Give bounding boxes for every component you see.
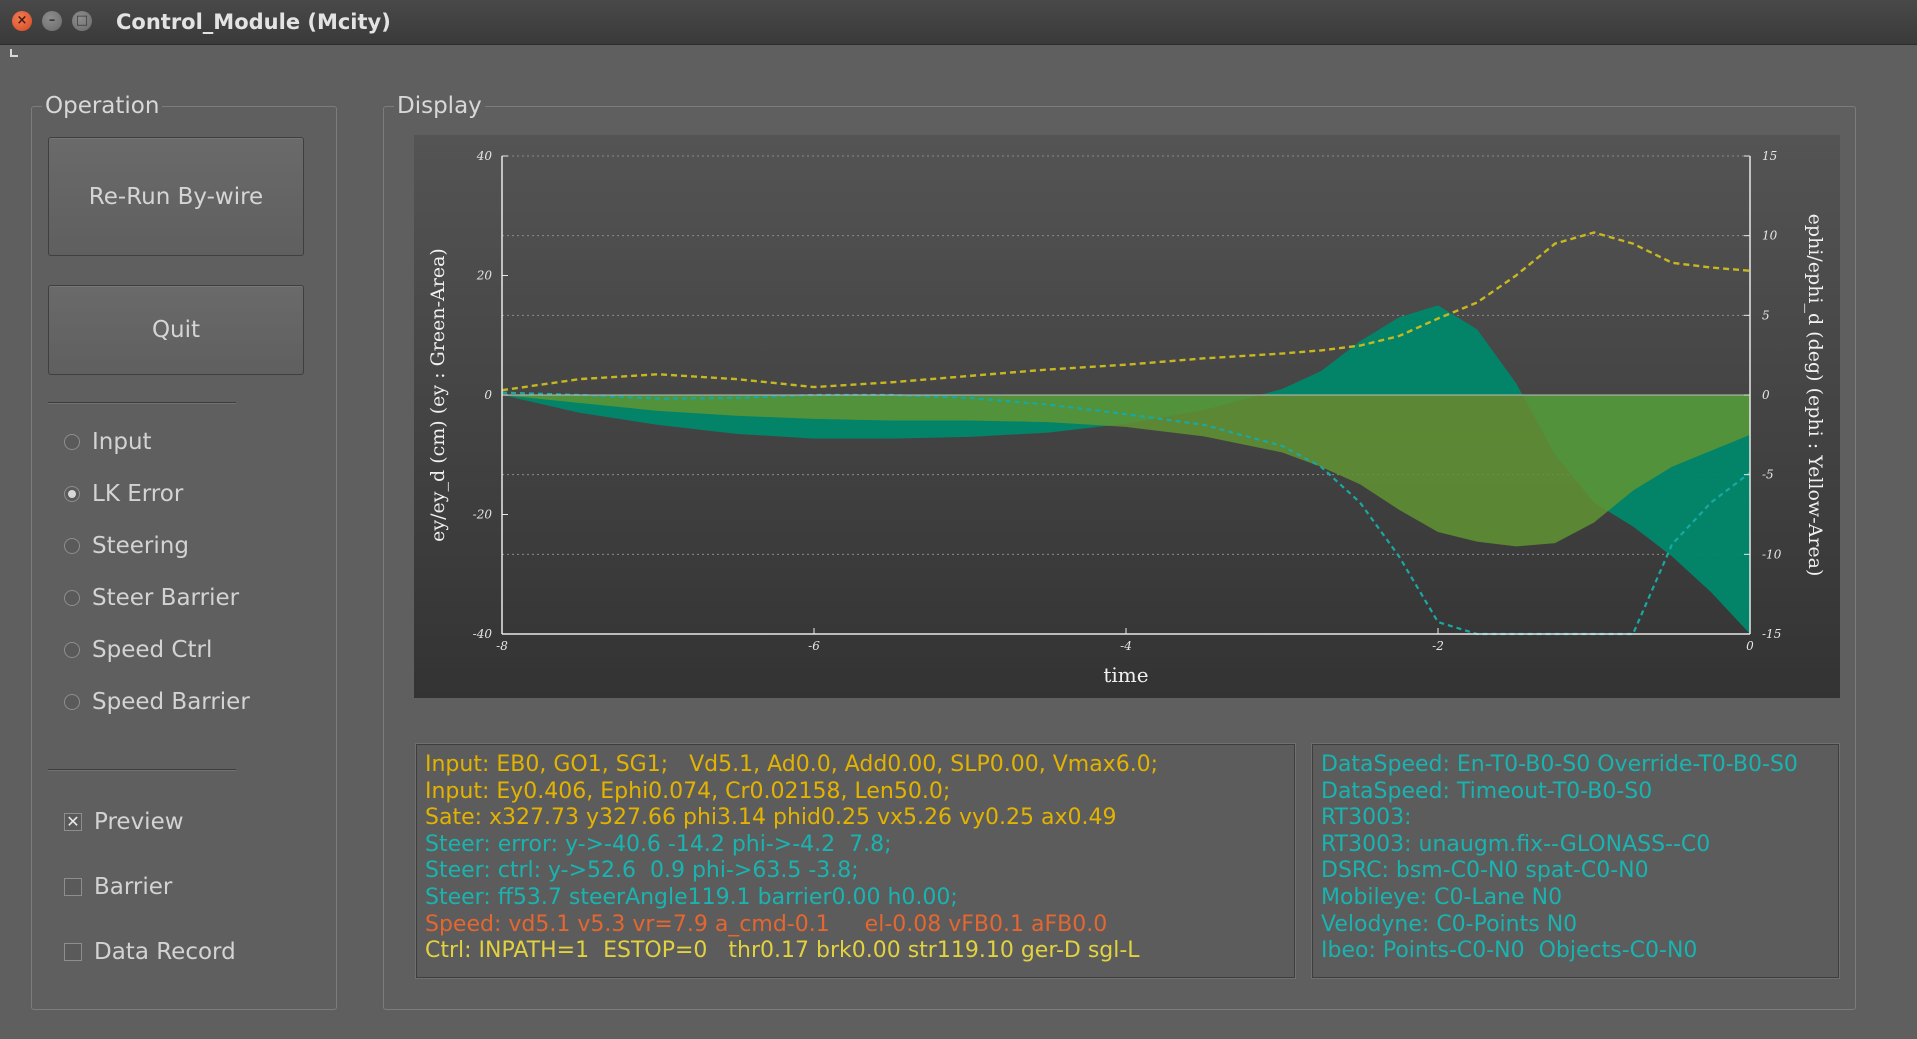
- y-left-tick-label: 0: [484, 388, 492, 402]
- window-close-button[interactable]: ×: [12, 11, 32, 31]
- y-right-tick-label: 5: [1762, 308, 1770, 322]
- x-tick-label: -6: [808, 639, 820, 653]
- checkbox-label: Data Record: [94, 939, 236, 965]
- radio-label: Speed Barrier: [92, 689, 250, 715]
- checkbox-icon[interactable]: [64, 943, 82, 961]
- y-right-tick-label: -5: [1762, 468, 1774, 482]
- rerun-bywire-button[interactable]: Re-Run By-wire: [48, 137, 304, 256]
- y-right-tick-label: 0: [1762, 388, 1770, 402]
- radio-label: Steer Barrier: [92, 585, 240, 611]
- window-title: Control_Module (Mcity): [116, 10, 391, 34]
- checkbox-data-record[interactable]: Data Record: [64, 939, 236, 965]
- status-line: Input: Ey0.406, Ephi0.074, Cr0.02158, Le…: [425, 778, 951, 804]
- y-axis-label-right: ephi/ephi_d (deg) (ephi : Yellow-Area): [1804, 214, 1826, 577]
- checkbox-label: Preview: [94, 809, 184, 835]
- checkbox-preview[interactable]: ✕ Preview: [64, 809, 184, 835]
- radio-button-selected-icon[interactable]: [64, 486, 80, 502]
- operation-group-title: Operation: [42, 93, 163, 119]
- window-title-bar[interactable]: × – □ Control_Module (Mcity): [0, 0, 1917, 45]
- status-line: Ctrl: INPATH=1 ESTOP=0 thr0.17 brk0.00 s…: [425, 938, 1140, 964]
- status-line: Input: EB0, GO1, SG1; Vd5.1, Ad0.0, Add0…: [425, 752, 1159, 777]
- radio-speed-ctrl[interactable]: Speed Ctrl: [64, 637, 212, 663]
- window-maximize-button[interactable]: □: [72, 11, 92, 31]
- x-tick-label: -2: [1432, 639, 1444, 653]
- status-line: Ibeo: Points-C0-N0 Objects-C0-N0: [1321, 938, 1698, 964]
- status-line: RT3003:: [1321, 805, 1412, 831]
- radio-label: Speed Ctrl: [92, 637, 213, 663]
- status-line: RT3003: unaugm.fix--GLONASS--C0: [1321, 831, 1711, 857]
- y-axis-label-left: ey/ey_d (cm) (ey : Green-Area): [427, 248, 449, 542]
- radio-lk-error[interactable]: LK Error: [64, 481, 183, 507]
- status-line: DSRC: bsm-C0-N0 spat-C0-N0: [1321, 858, 1649, 884]
- radio-button-icon[interactable]: [64, 590, 80, 606]
- status-line: Sate: x327.73 y327.66 phi3.14 phid0.25 v…: [425, 805, 1117, 831]
- y-right-tick-label: 15: [1762, 149, 1777, 163]
- status-line: Steer: error: y->-40.6 -14.2 phi->-4.2 7…: [425, 831, 892, 857]
- y-left-tick-label: 20: [476, 269, 493, 283]
- radio-button-icon[interactable]: [64, 434, 80, 450]
- checkbox-icon[interactable]: [64, 878, 82, 896]
- operation-group: Operation Re-Run By-wire Quit Input LK E…: [31, 93, 337, 1010]
- status-line: DataSpeed: Timeout-T0-B0-S0: [1321, 778, 1653, 804]
- y-right-tick-label: -10: [1762, 547, 1782, 561]
- status-panel-right: DataSpeed: En-T0-B0-S0 Override-T0-B0-S0…: [1312, 744, 1839, 978]
- status-line: Steer: ff53.7 steerAngle119.1 barrier0.0…: [425, 884, 958, 910]
- status-line: DataSpeed: En-T0-B0-S0 Override-T0-B0-S0: [1321, 752, 1798, 777]
- radio-steer-barrier[interactable]: Steer Barrier: [64, 585, 239, 611]
- separator: [48, 769, 236, 771]
- checkbox-label: Barrier: [94, 874, 173, 900]
- radio-button-icon[interactable]: [64, 538, 80, 554]
- separator: [48, 402, 236, 404]
- radio-button-icon[interactable]: [64, 694, 80, 710]
- status-line: Velodyne: C0-Points N0: [1321, 911, 1578, 937]
- y-right-tick-label: -15: [1762, 627, 1781, 641]
- lk-error-plot: 40 20 0 -20 -40 15 10 5 0 -5 -10 -15 -8 -6 -4 -2 0 time ey…: [414, 135, 1840, 698]
- status-line: Mobileye: C0-Lane N0: [1321, 884, 1563, 910]
- status-panel-left: Input: EB0, GO1, SG1; Vd5.1, Ad0.0, Add0…: [416, 744, 1295, 978]
- x-tick-label: 0: [1746, 639, 1754, 653]
- lk-error-chart: 40200-20-40151050-5-10-15-8 -6 -4 -2 0timeey…: [427, 149, 1826, 687]
- radio-steering[interactable]: Steering: [64, 533, 189, 559]
- x-tick-label: -8: [496, 639, 508, 653]
- radio-button-icon[interactable]: [64, 642, 80, 658]
- checkbox-checked-icon[interactable]: ✕: [64, 813, 82, 831]
- y-left-tick-label: -20: [473, 508, 493, 522]
- resize-grip-icon: [10, 49, 18, 57]
- checkbox-barrier[interactable]: Barrier: [64, 874, 172, 900]
- radio-input[interactable]: Input: [64, 429, 152, 455]
- quit-button[interactable]: Quit: [48, 285, 304, 375]
- x-axis-label: time: [1103, 663, 1148, 687]
- y-right-tick-label: 10: [1762, 229, 1778, 243]
- ephi-d-line: [501, 231, 1751, 392]
- window-minimize-button[interactable]: –: [42, 11, 62, 31]
- radio-label: Input: [92, 429, 152, 455]
- display-group-title: Display: [394, 93, 485, 119]
- radio-label: LK Error: [92, 481, 184, 507]
- x-tick-label: -4: [1120, 639, 1132, 653]
- radio-speed-barrier[interactable]: Speed Barrier: [64, 689, 250, 715]
- status-line: Speed: vd5.1 v5.3 vr=7.9 a_cmd-0.1 el-0.…: [425, 911, 1108, 937]
- y-left-tick-label: 40: [476, 149, 493, 163]
- status-line: Steer: ctrl: y->52.6 0.9 phi->63.5 -3.8;: [425, 858, 859, 884]
- radio-label: Steering: [92, 533, 189, 559]
- y-left-tick-label: -40: [473, 627, 493, 641]
